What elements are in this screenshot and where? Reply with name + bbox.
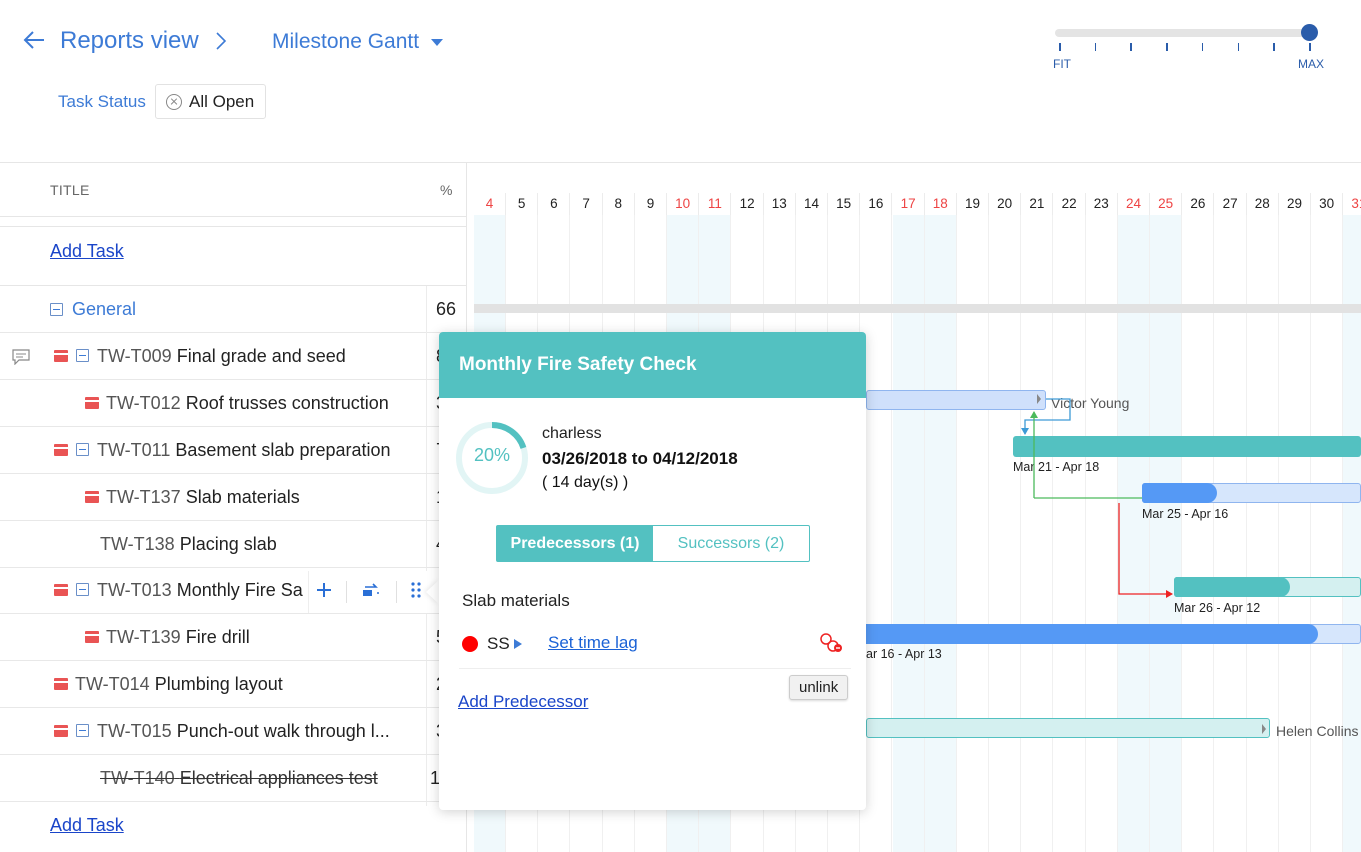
tab-predecessors[interactable]: Predecessors (1) <box>497 526 653 561</box>
tab-successors[interactable]: Successors (2) <box>653 526 809 561</box>
task-duration: ( 14 day(s) ) <box>542 474 629 491</box>
popup-pointer <box>426 580 439 604</box>
dependency-type[interactable]: SS <box>487 634 510 654</box>
progress-percent: 20% <box>473 445 511 465</box>
set-time-lag-link[interactable]: Set time lag <box>548 633 638 653</box>
task-dates: 03/26/2018 to 04/12/2018 <box>542 449 738 468</box>
popup-divider <box>459 668 851 669</box>
add-predecessor-link[interactable]: Add Predecessor <box>458 692 588 712</box>
predecessor-name: Slab materials <box>462 591 570 610</box>
task-detail-popup: Monthly Fire Safety Check 20% charless 0… <box>439 332 866 810</box>
popup-title: Monthly Fire Safety Check <box>439 332 866 398</box>
task-owner: charless <box>542 425 602 442</box>
dependency-tabs: Predecessors (1) Successors (2) <box>496 525 810 562</box>
unlink-tooltip: unlink <box>789 675 849 700</box>
dependency-type-arrow-icon[interactable] <box>514 639 522 649</box>
status-dot-icon <box>462 636 478 652</box>
unlink-icon[interactable] <box>819 632 843 654</box>
